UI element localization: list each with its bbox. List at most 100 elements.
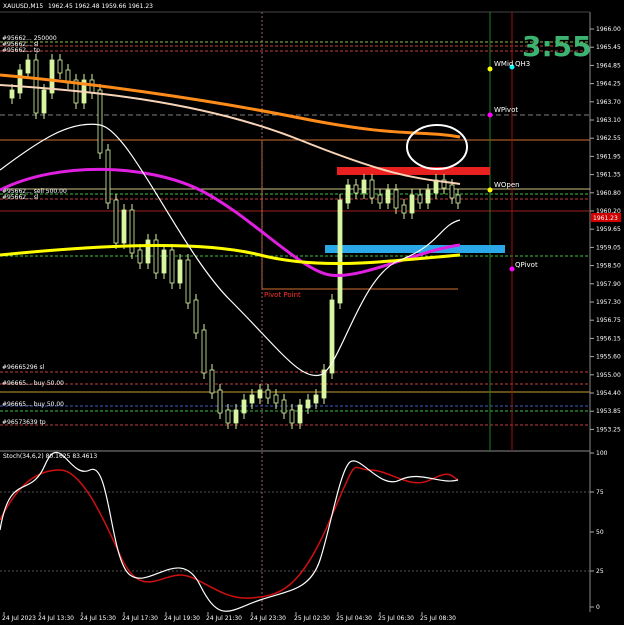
time-tick-label: 24 Jul 13:30 <box>38 615 74 622</box>
candle <box>25 59 31 74</box>
price-tick-label: 1956.15 <box>596 335 621 342</box>
price-tick-label: 1962.55 <box>596 135 621 142</box>
candle <box>241 399 247 414</box>
pivot-marker <box>509 266 515 272</box>
candle <box>113 199 119 244</box>
price-tick-label: 1963.70 <box>596 99 621 106</box>
candle <box>297 404 303 424</box>
time-tick-label: 24 Jul 17:30 <box>122 615 158 622</box>
price-tick-label: 1961.35 <box>596 172 621 179</box>
price-tick-label: 1957.90 <box>596 281 621 288</box>
candle <box>289 409 295 424</box>
candle <box>281 399 287 414</box>
candle <box>417 194 423 204</box>
pivot-point-label: Pivot Point <box>264 291 301 299</box>
candle <box>425 189 431 204</box>
candle <box>385 189 391 204</box>
candle <box>105 149 111 204</box>
price-tick-label: 1964.85 <box>596 62 621 69</box>
stoch-tick-label: 100 <box>596 450 608 457</box>
time-tick-label: 24 Jul 15:30 <box>80 615 116 622</box>
stoch-tick-label: 0 <box>596 604 600 611</box>
price-tick-label: 1955.60 <box>596 354 621 361</box>
candle <box>161 249 167 274</box>
price-tick-label: 1955.00 <box>596 372 621 379</box>
time-tick-label: 25 Jul 08:30 <box>420 615 456 622</box>
pivot-label-wopen: WOpen <box>494 181 520 189</box>
price-chart[interactable]: 1966.00 1965.45 1964.85 1964.25 1963.70 1963.… <box>0 0 624 625</box>
time-tick-label: 24 Jul 19:30 <box>164 615 200 622</box>
price-tick-label: 1958.50 <box>596 263 621 270</box>
symbol-header: XAUUSD,M15 1962.45 1962.48 1959.66 1961.… <box>3 3 153 10</box>
order-label: #95662... tp <box>2 47 40 54</box>
candle <box>361 179 367 194</box>
candle <box>193 299 199 334</box>
candle <box>273 394 279 404</box>
candle <box>345 184 351 204</box>
order-label: #96665... buy 50.00 <box>2 401 64 408</box>
candle <box>41 89 47 114</box>
order-label: #96665... buy 50.00 <box>2 380 64 387</box>
candle <box>455 194 461 204</box>
candle <box>393 189 399 209</box>
candle <box>137 249 143 264</box>
candle <box>177 259 183 284</box>
pivot-label-qpivot: QPivot <box>515 261 538 269</box>
candle <box>97 89 103 154</box>
time-tick-label: 25 Jul 04:30 <box>336 615 372 622</box>
price-tick-label: 1956.75 <box>596 317 621 324</box>
current-price: 1961.23 <box>593 215 618 222</box>
candle <box>209 369 215 394</box>
time-tick-label: 25 Jul 02:30 <box>294 615 330 622</box>
stoch-tick-label: 75 <box>596 489 604 496</box>
time-tick-label: 25 Jul 06:30 <box>378 615 414 622</box>
pivot-marker <box>487 112 493 118</box>
time-tick-label: 24 Jul 21:30 <box>206 615 242 622</box>
candle <box>17 69 23 94</box>
candle <box>449 184 455 199</box>
candle <box>401 204 407 214</box>
time-tick-label: 24 Jul 23:30 <box>250 615 286 622</box>
candle <box>145 239 151 264</box>
price-tick-label: 1966.00 <box>596 26 621 33</box>
price-tick-label: 1965.45 <box>596 44 621 51</box>
support-zone <box>325 245 505 253</box>
stoch-tick-label: 50 <box>596 529 604 536</box>
candle <box>217 389 223 414</box>
candle <box>257 389 263 399</box>
pivot-marker <box>487 187 493 193</box>
candle <box>121 209 127 244</box>
order-label: #96573639 tp <box>2 419 46 426</box>
candle <box>409 194 415 214</box>
price-tick-label: 1964.25 <box>596 81 621 88</box>
candle <box>9 89 15 99</box>
resistance-zone <box>337 167 490 175</box>
stoch-tick-label: 25 <box>596 568 604 575</box>
candle <box>233 409 239 424</box>
candle <box>377 194 383 204</box>
price-tick-label: 1959.05 <box>596 244 621 251</box>
candle <box>185 259 191 304</box>
candle <box>305 399 311 409</box>
candle <box>265 389 271 399</box>
price-tick-label: 1960.80 <box>596 190 621 197</box>
candle <box>249 394 255 404</box>
price-tick-label: 1954.40 <box>596 390 621 397</box>
quote-values: 1962.45 1962.48 1959.66 1961.23 <box>48 3 153 10</box>
candle <box>201 329 207 374</box>
countdown-clock: 3:55 <box>522 30 592 63</box>
candle <box>313 394 319 404</box>
price-tick-label: 1957.30 <box>596 299 621 306</box>
candle <box>337 199 343 304</box>
candle <box>169 249 175 284</box>
pivot-marker <box>487 66 493 72</box>
pivot-label-qh3: QH3 <box>515 60 530 68</box>
candle <box>225 409 231 424</box>
pivot-label-wmid: WMid <box>494 60 513 68</box>
candle <box>433 179 439 194</box>
price-tick-label: 1961.95 <box>596 153 621 160</box>
chart-title: XAUUSD,M15 <box>3 3 43 10</box>
candle <box>57 59 63 74</box>
price-tick-label: 1959.65 <box>596 226 621 233</box>
order-label: #95662... sl <box>2 194 39 201</box>
